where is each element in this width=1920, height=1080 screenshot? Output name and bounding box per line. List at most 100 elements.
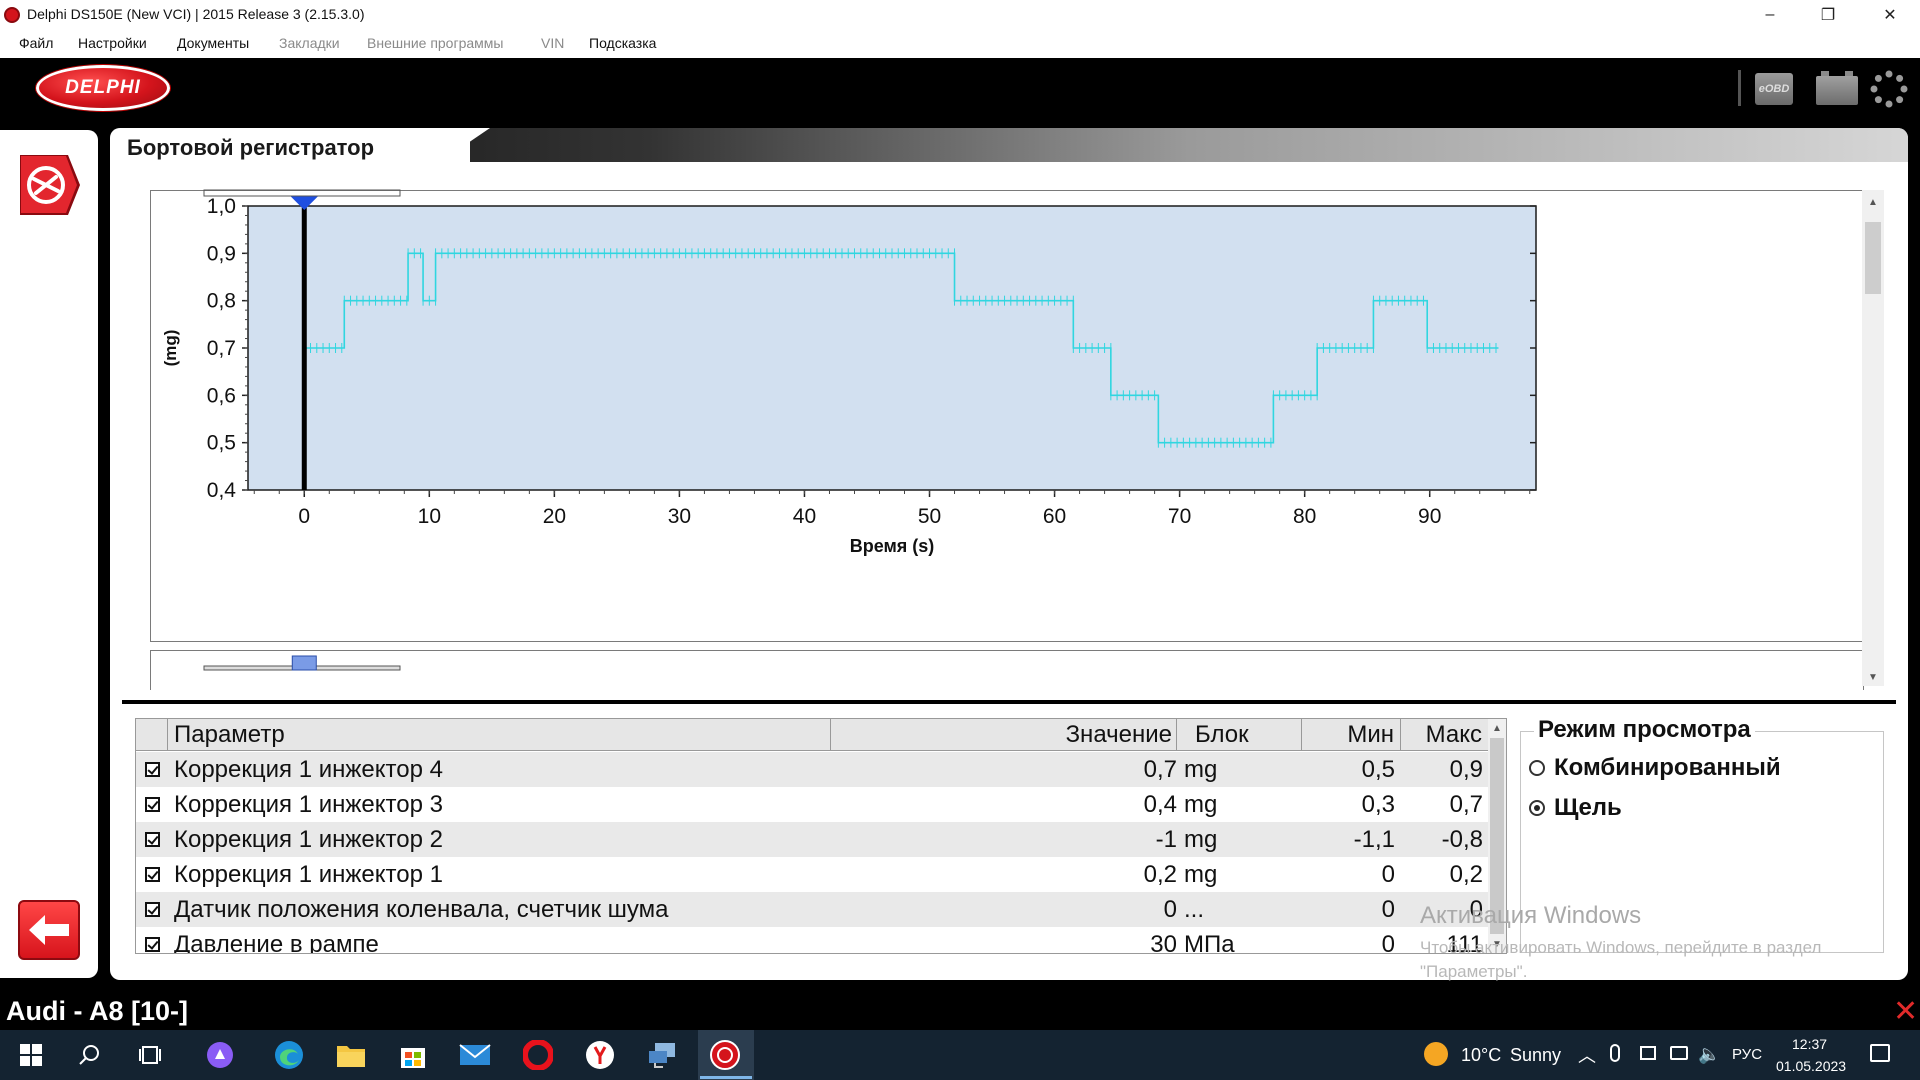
param-min: 0	[1381, 861, 1395, 888]
row-checkbox[interactable]	[145, 937, 160, 952]
settings-gear-icon[interactable]	[1870, 70, 1908, 108]
table-row[interactable]: Коррекция 1 инжектор 3 0,4 mg 0,3 0,7	[136, 787, 1506, 822]
menu-external-programs[interactable]: Внешние программы	[367, 35, 503, 51]
table-row[interactable]: Коррекция 1 инжектор 1 0,2 mg 0 0,2	[136, 857, 1506, 892]
table-row[interactable]: Датчик положения коленвала, счетчик шума…	[136, 892, 1506, 927]
row-checkbox[interactable]	[145, 902, 160, 917]
logo-text: DELPHI	[65, 77, 141, 98]
param-name: Датчик положения коленвала, счетчик шума	[174, 896, 669, 923]
header-max[interactable]: Макс	[1401, 719, 1489, 751]
chart-scroll-down-icon[interactable]: ▼	[1862, 668, 1884, 686]
yandex-icon[interactable]	[583, 1038, 617, 1072]
table-scroll-up-icon[interactable]: ▲	[1487, 719, 1507, 737]
camera-icon[interactable]	[1640, 1046, 1656, 1060]
menu-vin[interactable]: VIN	[541, 35, 564, 51]
network-icon[interactable]	[1670, 1046, 1688, 1060]
windows-activation-watermark: Активация Windows	[1420, 902, 1642, 929]
recorder-stop-icon[interactable]	[16, 153, 82, 217]
chart-scroll-up-icon[interactable]: ▲	[1862, 193, 1884, 211]
view-mode-combined-radio[interactable]	[1529, 760, 1545, 776]
mail-icon[interactable]	[458, 1038, 492, 1072]
header-unit[interactable]: Блок	[1177, 719, 1302, 751]
tray-chevron-up-icon[interactable]: ︿	[1578, 1042, 1596, 1068]
task-view-icon[interactable]	[133, 1038, 167, 1072]
delphi-taskbar-icon[interactable]	[708, 1038, 742, 1072]
x-tick-label: 80	[1293, 505, 1316, 528]
notifications-icon[interactable]	[1870, 1044, 1890, 1062]
view-mode-slot-radio[interactable]	[1529, 800, 1545, 816]
weather-temp[interactable]: 10°C	[1461, 1045, 1501, 1066]
maximize-button[interactable]: ❐	[1800, 0, 1856, 30]
param-unit: mg	[1184, 826, 1218, 853]
left-sidebar	[0, 130, 98, 978]
network-app-icon[interactable]	[645, 1038, 679, 1072]
minimize-button[interactable]: –	[1742, 0, 1798, 30]
y-tick-label: 0,9	[207, 242, 236, 265]
cortana-icon[interactable]	[203, 1038, 237, 1072]
param-unit: mg	[1184, 756, 1218, 783]
view-mode-combined-label[interactable]: Комбинированный	[1554, 754, 1781, 782]
opera-icon[interactable]	[521, 1038, 555, 1072]
row-checkbox[interactable]	[145, 867, 160, 882]
menu-documents[interactable]: Документы	[177, 35, 249, 51]
header-value[interactable]: Значение	[831, 719, 1177, 751]
x-tick-label: 0	[298, 505, 310, 528]
windows-start-icon[interactable]	[14, 1038, 48, 1072]
table-row[interactable]: Давление в рампе 30 МПа 0 111	[136, 927, 1506, 954]
param-min: 0	[1381, 896, 1395, 923]
header-min[interactable]: Мин	[1302, 719, 1401, 751]
chart-scrollbar-thumb[interactable]	[1865, 222, 1881, 294]
param-max: 0,7	[1449, 791, 1483, 818]
table-row[interactable]: Коррекция 1 инжектор 4 0,7 mg 0,5 0,9	[136, 752, 1506, 787]
table-header: Параметр Значение Блок Мин Макс	[136, 719, 1506, 751]
y-tick-label: 0,7	[207, 337, 236, 360]
injector-correction-chart[interactable]: 1,0 0,9 0,8 0,7 0,6 0,5 0,4 0 10 20 30 40 50 60 70 80 90…	[150, 186, 1864, 686]
close-button[interactable]: ✕	[1862, 0, 1918, 30]
param-value: 0,7	[1143, 756, 1177, 783]
battery-icon[interactable]	[1816, 71, 1858, 105]
header-checkbox-col	[136, 719, 168, 751]
row-checkbox[interactable]	[145, 762, 160, 777]
store-icon[interactable]	[396, 1038, 430, 1072]
x-tick-label: 30	[668, 505, 691, 528]
row-checkbox[interactable]	[145, 797, 160, 812]
weather-condition[interactable]: Sunny	[1510, 1045, 1561, 1066]
volume-icon[interactable]: 🔈	[1698, 1044, 1720, 1065]
back-button[interactable]	[18, 900, 80, 960]
eobd-icon[interactable]: eOBD	[1755, 73, 1793, 105]
param-min: 0,5	[1361, 756, 1395, 783]
param-min: 0,3	[1361, 791, 1395, 818]
param-name: Коррекция 1 инжектор 1	[174, 861, 443, 888]
row-checkbox[interactable]	[145, 832, 160, 847]
input-language[interactable]: РУС	[1732, 1046, 1762, 1063]
close-vehicle-icon[interactable]: ✕	[1893, 994, 1918, 1029]
header-param[interactable]: Параметр	[168, 719, 831, 751]
param-min: 0	[1381, 931, 1395, 954]
param-value: 0	[1163, 896, 1177, 923]
menu-settings[interactable]: Настройки	[78, 35, 147, 51]
microphone-icon[interactable]	[1610, 1044, 1620, 1062]
clock-date[interactable]: 01.05.2023	[1776, 1058, 1846, 1074]
menu-bookmarks[interactable]: Закладки	[279, 35, 340, 51]
param-min: -1,1	[1353, 826, 1395, 853]
y-axis-label: (mg)	[161, 330, 180, 367]
window-title: Delphi DS150E (New VCI) | 2015 Release 3…	[27, 6, 365, 22]
param-max: -0,8	[1441, 826, 1483, 853]
param-value: 0,4	[1143, 791, 1177, 818]
weather-sun-icon[interactable]	[1424, 1042, 1448, 1066]
tab-slope	[440, 128, 490, 162]
x-tick-label: 10	[418, 505, 441, 528]
x-tick-label: 70	[1168, 505, 1191, 528]
clock-time[interactable]: 12:37	[1792, 1036, 1827, 1052]
table-row[interactable]: Коррекция 1 инжектор 2 -1 mg -1,1 -0,8	[136, 822, 1506, 857]
param-max: 0,9	[1449, 756, 1483, 783]
y-tick-label: 0,6	[207, 384, 236, 407]
watermark-line: "Параметры".	[1420, 962, 1528, 981]
view-mode-slot-label[interactable]: Щель	[1554, 794, 1622, 822]
menu-help[interactable]: Подсказка	[589, 35, 656, 51]
parameters-table: Параметр Значение Блок Мин Макс Коррекци…	[135, 718, 1507, 954]
file-explorer-icon[interactable]	[334, 1038, 368, 1072]
edge-icon[interactable]	[272, 1038, 306, 1072]
menu-file[interactable]: Файл	[19, 35, 53, 51]
search-icon[interactable]	[73, 1038, 107, 1072]
